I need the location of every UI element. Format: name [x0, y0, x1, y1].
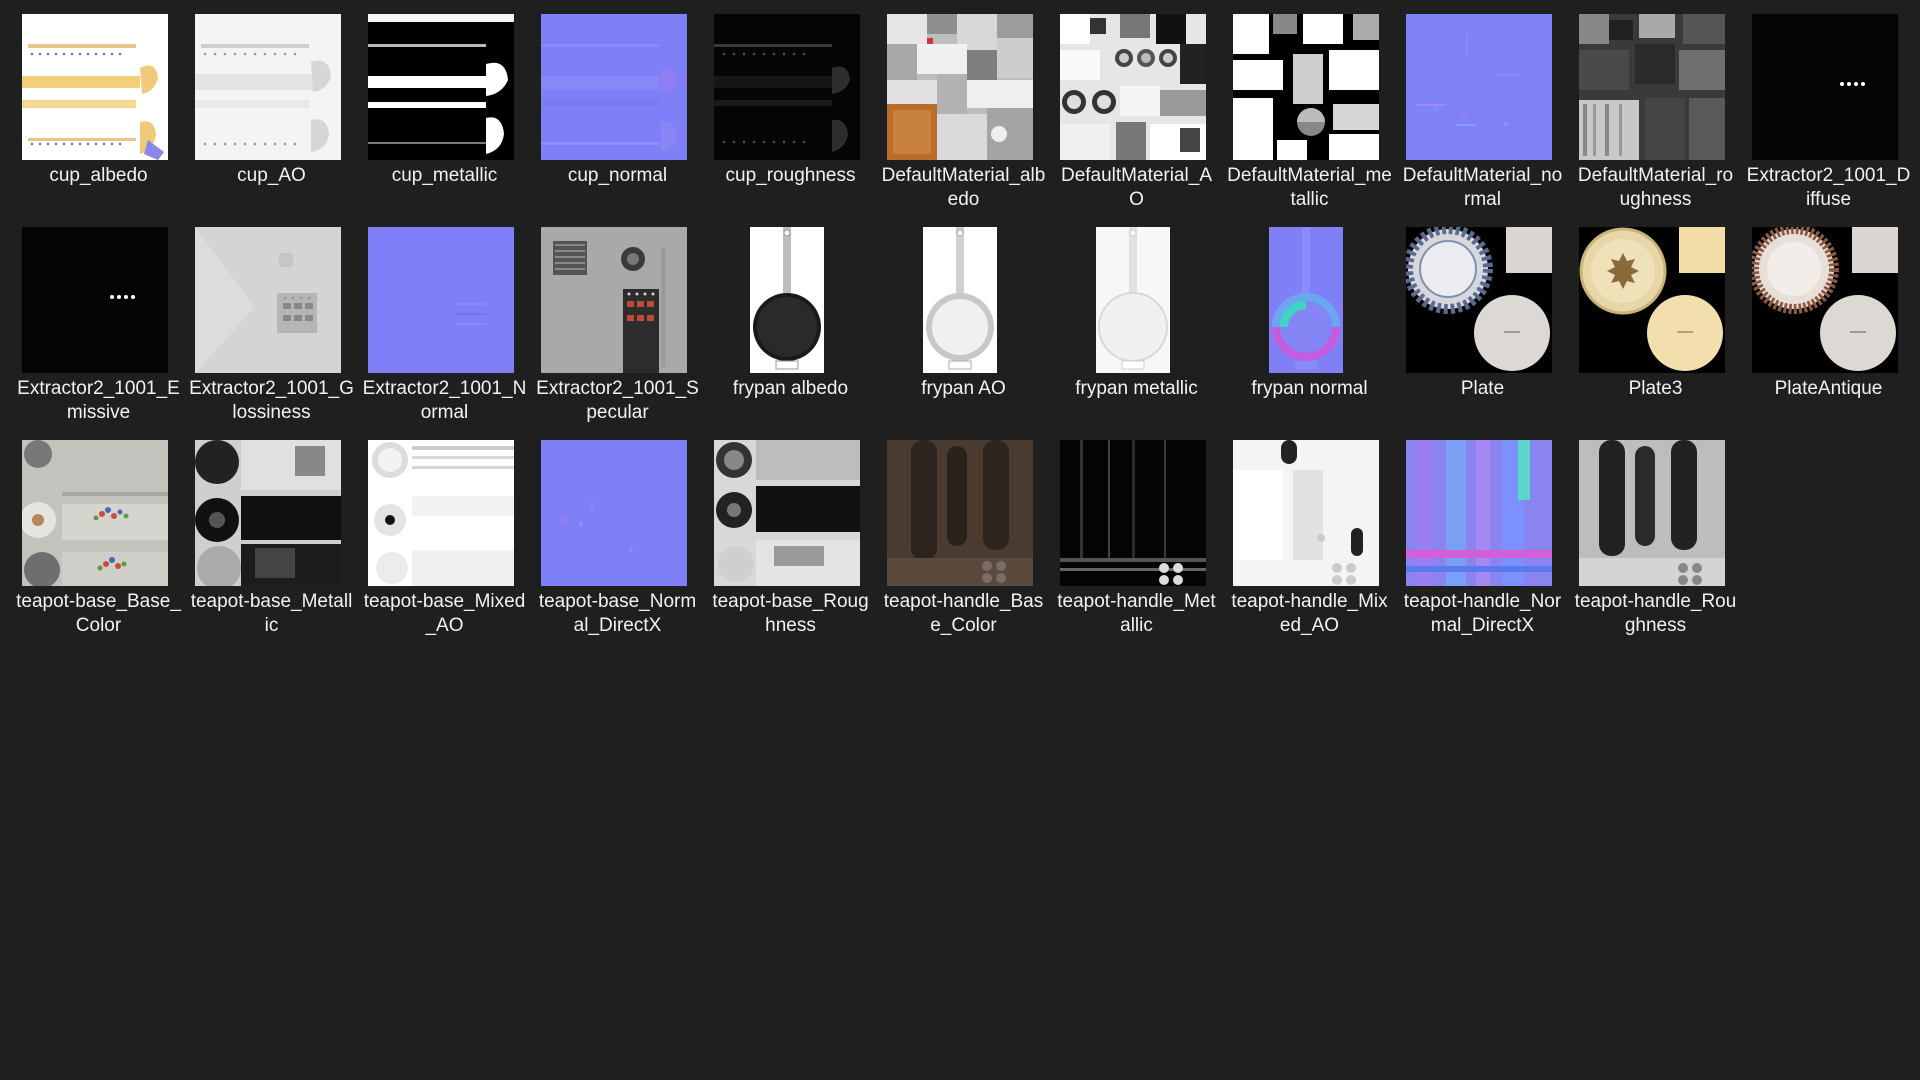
- texture-plate3-icon: [1579, 227, 1725, 373]
- file-item[interactable]: Extractor2_1001_Glossiness: [185, 225, 358, 438]
- file-explorer-view: cup_albedo cup_AO cup_metallic cup_norma…: [0, 0, 1920, 1080]
- texture-cup-albedo-icon: [22, 14, 168, 160]
- file-item[interactable]: teapot-base_Metallic: [185, 438, 358, 651]
- file-name: teapot-base_Metallic: [190, 591, 353, 636]
- file-item[interactable]: cup_normal: [531, 12, 704, 225]
- file-name: teapot-handle_Roughness: [1574, 591, 1737, 636]
- file-name: teapot-base_Base_Color: [16, 591, 181, 636]
- file-name: teapot-base_Roughness: [712, 591, 869, 636]
- file-name: DefaultMaterial_albedo: [881, 165, 1046, 210]
- thumbnail-grid: cup_albedo cup_AO cup_metallic cup_norma…: [12, 12, 1915, 651]
- file-name: frypan AO: [921, 378, 1006, 399]
- texture-teapot-handle-roughness-icon: [1579, 440, 1725, 586]
- file-item[interactable]: cup_albedo: [12, 12, 185, 225]
- file-item[interactable]: DefaultMaterial_normal: [1396, 12, 1569, 225]
- file-name: Extractor2_1001_Emissive: [17, 378, 180, 423]
- file-item[interactable]: teapot-handle_Metallic: [1050, 438, 1223, 651]
- texture-extractor-diffuse-icon: [1752, 14, 1898, 160]
- file-item[interactable]: cup_roughness: [704, 12, 877, 225]
- file-item[interactable]: teapot-handle_Normal_DirectX: [1396, 438, 1569, 651]
- texture-frypan-ao-icon: [887, 227, 1033, 373]
- file-name: DefaultMaterial_normal: [1402, 165, 1563, 210]
- file-name: frypan albedo: [732, 378, 849, 399]
- texture-default-metallic-icon: [1233, 14, 1379, 160]
- texture-teapot-handle-normal-icon: [1406, 440, 1552, 586]
- texture-teapot-handle-metallic-icon: [1060, 440, 1206, 586]
- texture-plate-antique-icon: [1752, 227, 1898, 373]
- texture-extractor-specular-icon: [541, 227, 687, 373]
- file-name: Plate3: [1628, 378, 1683, 399]
- file-name: cup_roughness: [725, 165, 856, 186]
- file-name: Extractor2_1001_Diffuse: [1746, 165, 1911, 210]
- texture-extractor-emissive-icon: [22, 227, 168, 373]
- file-item[interactable]: teapot-handle_Base_Color: [877, 438, 1050, 651]
- texture-extractor-glossiness-icon: [195, 227, 341, 373]
- file-name: teapot-base_Normal_DirectX: [538, 591, 697, 636]
- file-item[interactable]: Extractor2_1001_Normal: [358, 225, 531, 438]
- file-name: cup_normal: [567, 165, 668, 186]
- file-item[interactable]: teapot-base_Roughness: [704, 438, 877, 651]
- file-name: teapot-handle_Mixed_AO: [1231, 591, 1388, 636]
- file-item[interactable]: frypan AO: [877, 225, 1050, 438]
- file-name: DefaultMaterial_AO: [1060, 165, 1213, 210]
- texture-cup-normal-icon: [541, 14, 687, 160]
- texture-cup-roughness-icon: [714, 14, 860, 160]
- file-name: DefaultMaterial_roughness: [1577, 165, 1734, 210]
- file-item[interactable]: frypan albedo: [704, 225, 877, 438]
- texture-cup-metallic-icon: [368, 14, 514, 160]
- file-name: Extractor2_1001_Normal: [362, 378, 527, 423]
- file-name: cup_albedo: [49, 165, 148, 186]
- file-name: frypan normal: [1251, 378, 1368, 399]
- texture-teapot-base-metallic-icon: [195, 440, 341, 586]
- texture-teapot-base-ao-icon: [368, 440, 514, 586]
- file-item[interactable]: DefaultMaterial_albedo: [877, 12, 1050, 225]
- file-item[interactable]: teapot-base_Normal_DirectX: [531, 438, 704, 651]
- texture-teapot-base-roughness-icon: [714, 440, 860, 586]
- texture-default-ao-icon: [1060, 14, 1206, 160]
- file-name: Extractor2_1001_Specular: [536, 378, 699, 423]
- file-item[interactable]: Extractor2_1001_Emissive: [12, 225, 185, 438]
- texture-default-normal-icon: [1406, 14, 1552, 160]
- texture-plate-icon: [1406, 227, 1552, 373]
- file-name: Plate: [1460, 378, 1505, 399]
- file-name: Extractor2_1001_Glossiness: [189, 378, 354, 423]
- texture-frypan-normal-icon: [1233, 227, 1379, 373]
- file-item[interactable]: Extractor2_1001_Diffuse: [1742, 12, 1915, 225]
- texture-teapot-handle-ao-icon: [1233, 440, 1379, 586]
- file-name: teapot-handle_Base_Color: [883, 591, 1044, 636]
- file-item[interactable]: Extractor2_1001_Specular: [531, 225, 704, 438]
- file-item[interactable]: teapot-handle_Roughness: [1569, 438, 1742, 651]
- file-name: cup_AO: [237, 165, 306, 186]
- file-item[interactable]: teapot-handle_Mixed_AO: [1223, 438, 1396, 651]
- file-item[interactable]: PlateAntique: [1742, 225, 1915, 438]
- file-item[interactable]: DefaultMaterial_metallic: [1223, 12, 1396, 225]
- file-item[interactable]: teapot-base_Base_Color: [12, 438, 185, 651]
- file-name: cup_metallic: [391, 165, 498, 186]
- file-item[interactable]: DefaultMaterial_AO: [1050, 12, 1223, 225]
- texture-teapot-handle-color-icon: [887, 440, 1033, 586]
- file-name: teapot-base_Mixed_AO: [363, 591, 526, 636]
- file-item[interactable]: teapot-base_Mixed_AO: [358, 438, 531, 651]
- texture-teapot-base-color-icon: [22, 440, 168, 586]
- file-name: teapot-handle_Metallic: [1057, 591, 1216, 636]
- texture-default-roughness-icon: [1579, 14, 1725, 160]
- texture-extractor-normal-icon: [368, 227, 514, 373]
- file-item[interactable]: DefaultMaterial_roughness: [1569, 12, 1742, 225]
- file-item[interactable]: Plate: [1396, 225, 1569, 438]
- file-item[interactable]: cup_AO: [185, 12, 358, 225]
- file-item[interactable]: cup_metallic: [358, 12, 531, 225]
- file-name: frypan metallic: [1075, 378, 1198, 399]
- file-item[interactable]: Plate3: [1569, 225, 1742, 438]
- texture-frypan-albedo-icon: [714, 227, 860, 373]
- file-item[interactable]: frypan metallic: [1050, 225, 1223, 438]
- file-name: PlateAntique: [1774, 378, 1883, 399]
- texture-cup-ao-icon: [195, 14, 341, 160]
- texture-default-albedo-icon: [887, 14, 1033, 160]
- file-item[interactable]: frypan normal: [1223, 225, 1396, 438]
- texture-frypan-metallic-icon: [1060, 227, 1206, 373]
- file-name: DefaultMaterial_metallic: [1227, 165, 1392, 210]
- texture-teapot-base-normal-icon: [541, 440, 687, 586]
- file-name: teapot-handle_Normal_DirectX: [1403, 591, 1562, 636]
